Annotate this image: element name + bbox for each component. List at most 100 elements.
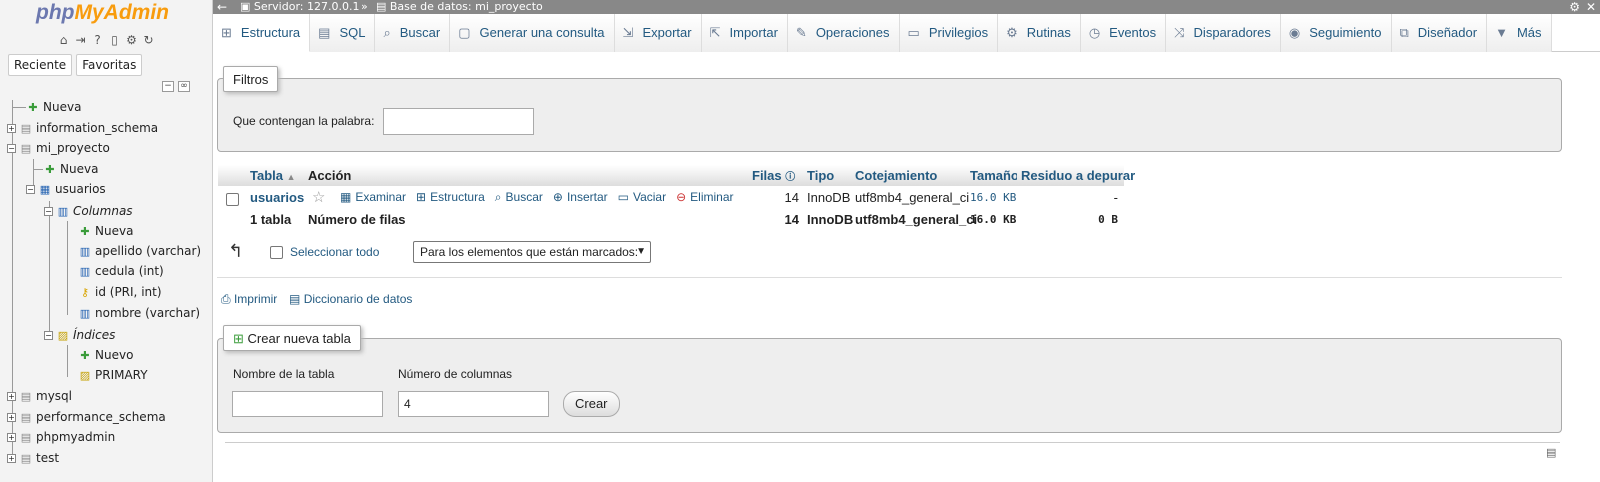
- select-all-label[interactable]: Seleccionar todo: [290, 245, 379, 259]
- tab-generar-consulta[interactable]: ▢ Generar una consulta: [450, 14, 615, 52]
- table-name-link[interactable]: usuarios: [246, 187, 304, 208]
- table-name-input[interactable]: [232, 391, 383, 417]
- tree-item-columnas[interactable]: − ▥ Columnas: [44, 201, 133, 221]
- tab-buscar[interactable]: ⌕ Buscar: [375, 14, 451, 52]
- expand-icon[interactable]: +: [7, 392, 16, 401]
- dictionary-icon: ▤: [289, 292, 301, 306]
- tree-item-usuarios[interactable]: − ▦ usuarios: [26, 179, 106, 199]
- tree-item-mi-proyecto[interactable]: − ▤ mi_proyecto: [7, 138, 110, 158]
- expand-icon[interactable]: +: [7, 454, 16, 463]
- collapse-icon[interactable]: −: [26, 185, 35, 194]
- header-cotejamiento[interactable]: Cotejamiento: [851, 165, 966, 186]
- insertar-link[interactable]: ⊕ Insertar: [553, 187, 608, 208]
- tree-item-nombre[interactable]: ▥ nombre (varchar): [78, 303, 200, 323]
- home-icon[interactable]: ⌂: [56, 33, 71, 48]
- chevron-down-icon: ▼: [636, 246, 646, 257]
- tab-eventos[interactable]: ◷ Eventos: [1080, 14, 1167, 52]
- row-checkbox[interactable]: [226, 193, 239, 206]
- tree-item-label: Columnas: [73, 204, 133, 218]
- vaciar-link[interactable]: ▭ Vaciar: [618, 187, 666, 208]
- recent-button[interactable]: Reciente: [8, 54, 73, 76]
- tree-item-new-index[interactable]: ✚ Nuevo: [78, 345, 133, 365]
- tab-seguimiento[interactable]: ◉ Seguimiento: [1280, 14, 1392, 52]
- buscar-link[interactable]: ⌕ Buscar: [495, 187, 543, 208]
- tree-item-label: Índices: [73, 328, 116, 342]
- header-filas[interactable]: Filas ⓘ: [748, 165, 803, 186]
- tree-item-new-column[interactable]: ✚ Nueva: [78, 221, 133, 241]
- tree-item-label: nombre (varchar): [95, 306, 201, 320]
- header-tabla-label: Tabla: [250, 168, 283, 183]
- back-arrow-icon[interactable]: ←: [217, 0, 227, 14]
- tab-importar[interactable]: ⇱ Importar: [701, 14, 788, 52]
- header-tamano[interactable]: Tamaño: [966, 165, 1019, 186]
- docs-icon[interactable]: ▯: [107, 33, 122, 48]
- link-with-main-icon[interactable]: ∞: [178, 81, 190, 92]
- key-icon: ⚷: [80, 285, 90, 299]
- tab-sql[interactable]: ▤ SQL: [310, 14, 376, 52]
- expand-icon[interactable]: +: [7, 124, 16, 133]
- collapse-icon[interactable]: −: [7, 144, 16, 153]
- tab-estructura[interactable]: ⊞ Estructura: [213, 14, 311, 52]
- tree-item-label: mi_proyecto: [36, 141, 110, 155]
- column-icon: ▥: [79, 244, 91, 258]
- breadcrumb-server[interactable]: ▣ Servidor: 127.0.0.1: [240, 0, 359, 14]
- select-all-checkbox[interactable]: [270, 246, 283, 259]
- header-residuo[interactable]: Residuo a depurar: [1017, 165, 1135, 186]
- tree-item-primary[interactable]: ▨ PRIMARY: [78, 365, 148, 385]
- tab-privilegios[interactable]: ▭ Privilegios: [899, 14, 999, 52]
- tree-item-label: performance_schema: [36, 410, 166, 424]
- expand-icon[interactable]: +: [7, 413, 16, 422]
- tree-item-performance-schema[interactable]: + ▤ performance_schema: [7, 407, 166, 427]
- data-dictionary-link[interactable]: ▤ Diccionario de datos: [289, 292, 412, 306]
- tree-item-new-table[interactable]: ✚ Nueva: [43, 159, 98, 179]
- expand-icon[interactable]: +: [7, 433, 16, 442]
- tree-item-label: id (PRI, int): [95, 285, 162, 299]
- tree-item-cedula[interactable]: ▥ cedula (int): [78, 261, 164, 281]
- tree-item-new-db[interactable]: ✚ Nueva: [26, 97, 81, 117]
- num-columns-input[interactable]: 4: [398, 391, 549, 417]
- bulk-action-select[interactable]: Para los elementos que están marcados: ▼: [413, 241, 651, 263]
- tree-item-test[interactable]: + ▤ test: [7, 448, 59, 468]
- phpmyadmin-logo[interactable]: phpMyAdmin: [36, 1, 169, 25]
- eliminar-link[interactable]: ⊖ Eliminar: [676, 187, 733, 208]
- help-icon[interactable]: ⓘ: [785, 172, 795, 183]
- reload-icon[interactable]: ↻: [141, 33, 156, 48]
- examinar-link[interactable]: ▦ Examinar: [340, 187, 406, 208]
- help-icon[interactable]: ?: [90, 33, 105, 48]
- wrench-icon: ✎: [795, 25, 807, 40]
- tab-disenador[interactable]: ⧉ Diseñador: [1391, 14, 1488, 52]
- close-icon[interactable]: ✕: [1586, 0, 1596, 14]
- routines-icon: ⚙: [1006, 25, 1018, 40]
- collapse-icon[interactable]: −: [44, 207, 53, 216]
- collapse-icon[interactable]: −: [44, 331, 53, 340]
- tab-exportar[interactable]: ⇲ Exportar: [614, 14, 702, 52]
- tree-item-mysql[interactable]: + ▤ mysql: [7, 386, 72, 406]
- favorite-star-icon[interactable]: ☆: [308, 187, 325, 208]
- gear-icon[interactable]: ⚙: [1569, 0, 1580, 14]
- header-tipo[interactable]: Tipo: [803, 165, 851, 186]
- collapse-all-icon[interactable]: −: [162, 81, 174, 92]
- tree-item-apellido[interactable]: ▥ apellido (varchar): [78, 241, 201, 261]
- tab-rutinas[interactable]: ⚙ Rutinas: [998, 14, 1081, 52]
- tree-item-id[interactable]: ⚷ id (PRI, int): [78, 282, 162, 302]
- tree-item-phpmyadmin[interactable]: + ▤ phpmyadmin: [7, 427, 115, 447]
- tab-mas[interactable]: ▼ Más: [1487, 14, 1552, 52]
- console-icon[interactable]: ▤: [1546, 446, 1556, 459]
- tab-disparadores[interactable]: ⤨ Disparadores: [1166, 14, 1281, 52]
- print-link[interactable]: ⎙ Imprimir: [221, 292, 277, 307]
- breadcrumb-database[interactable]: ▤ Base de datos: mi_proyecto: [376, 0, 543, 14]
- tree-item-indices[interactable]: − ▨ Índices: [44, 325, 115, 345]
- filter-input[interactable]: [383, 108, 534, 135]
- database-icon: ▤: [20, 451, 32, 465]
- settings-icon[interactable]: ⚙: [124, 33, 139, 48]
- estructura-link[interactable]: ⊞ Estructura: [416, 187, 485, 208]
- header-tabla[interactable]: Tabla ▲: [246, 165, 304, 186]
- create-button[interactable]: Crear: [563, 391, 620, 417]
- row-tamano[interactable]: 16.0 KB: [966, 187, 1016, 208]
- favorites-button[interactable]: Favoritas: [76, 54, 143, 76]
- sql-icon: ▤: [318, 25, 331, 40]
- tab-operaciones[interactable]: ✎ Operaciones: [787, 14, 900, 52]
- tree-item-information-schema[interactable]: + ▤ information_schema: [7, 118, 158, 138]
- logout-icon[interactable]: ⇥: [73, 33, 88, 48]
- create-table-legend: ⊞ Crear nueva tabla: [223, 325, 361, 351]
